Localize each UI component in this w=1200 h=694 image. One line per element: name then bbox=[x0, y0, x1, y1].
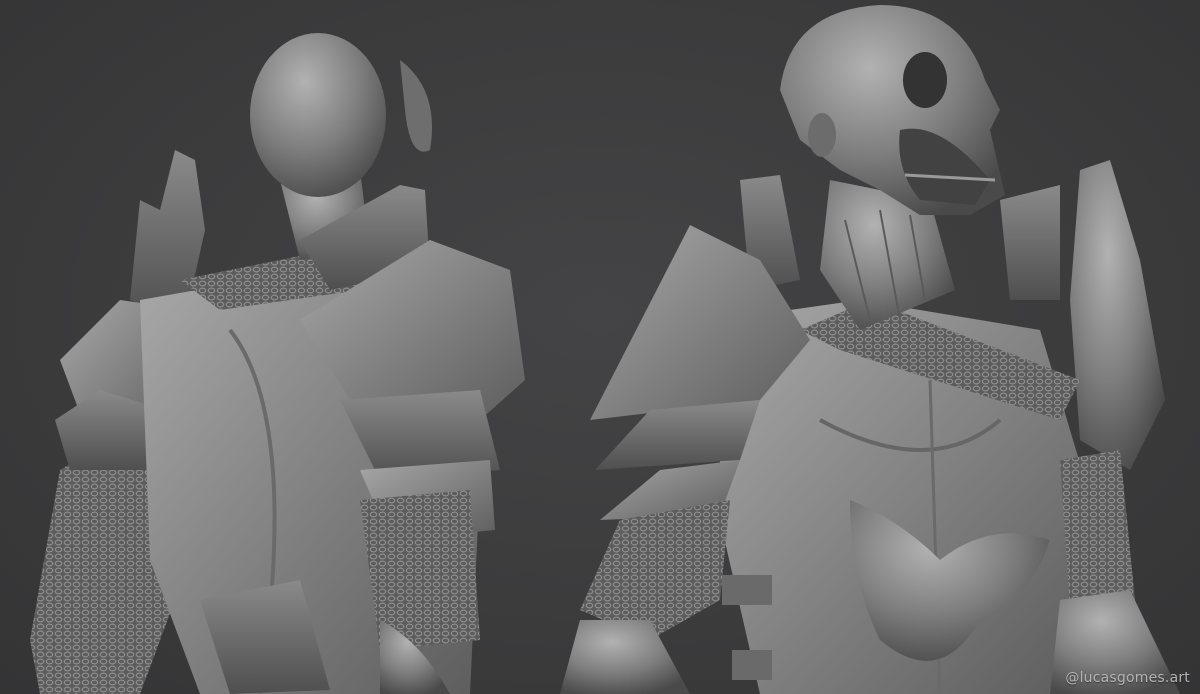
back-view-figure bbox=[30, 33, 525, 694]
sculpt-render bbox=[30, 5, 1180, 694]
viewport: @lucasgomes.art bbox=[0, 0, 1200, 694]
front-view-figure bbox=[560, 5, 1180, 694]
artist-watermark: @lucasgomes.art bbox=[1065, 670, 1190, 686]
